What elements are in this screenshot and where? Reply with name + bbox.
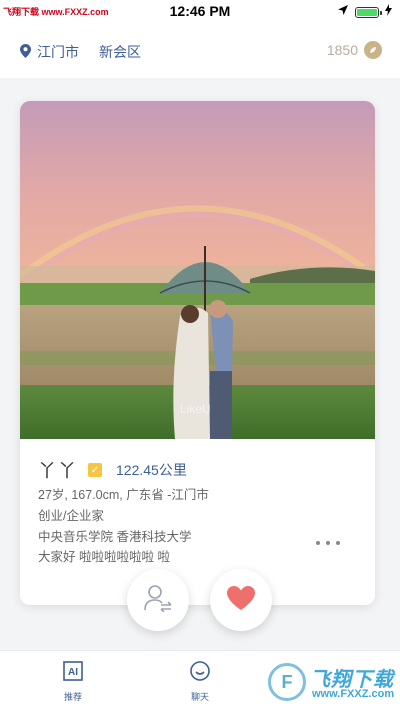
- heart-icon: [226, 585, 256, 616]
- coin-icon: [364, 41, 382, 59]
- status-icons: [337, 3, 392, 21]
- watermark-logo-icon: F: [268, 663, 306, 701]
- coin-balance[interactable]: 1850: [327, 41, 382, 59]
- like-button[interactable]: [210, 569, 272, 631]
- status-bar: 飞翔下载 www.FXXZ.com 12:46 PM: [0, 0, 400, 22]
- photo-watermark: LikeU: [180, 402, 211, 416]
- profile-card[interactable]: LikeU 丫丫 ✓ 122.45公里 27岁, 167.0cm, 广东省 -江…: [20, 101, 375, 605]
- more-options-button[interactable]: [316, 537, 340, 549]
- location-district: 新会区: [99, 44, 141, 60]
- profile-occupation: 创业/企业家: [38, 509, 104, 523]
- profile-bio: 大家好 啦啦啦啦啦啦 啦: [38, 550, 170, 564]
- coin-count: 1850: [326, 42, 358, 58]
- name-row: 丫丫 ✓ 122.45公里: [38, 457, 187, 483]
- tab-recommend[interactable]: AI 推荐: [43, 660, 103, 703]
- verified-badge-icon: ✓: [88, 463, 102, 477]
- location-pin-icon: [20, 43, 31, 61]
- header: 江门市 新会区 1850: [0, 22, 400, 78]
- tab-label: 聊天: [190, 692, 209, 702]
- profile-photo[interactable]: LikeU: [20, 101, 375, 439]
- ai-icon: AI: [62, 660, 84, 687]
- battery-icon: [355, 6, 382, 18]
- chat-icon: [189, 660, 211, 687]
- location-selector[interactable]: 江门市 新会区: [20, 42, 141, 62]
- svg-text:AI: AI: [68, 667, 78, 678]
- view-profile-button[interactable]: [127, 569, 189, 631]
- profile-distance: 122.45公里: [116, 462, 187, 478]
- profile-name: 丫丫: [38, 461, 78, 481]
- charging-icon: [385, 3, 392, 21]
- user-swap-icon: [143, 584, 173, 617]
- profile-basic-info: 27岁, 167.0cm, 广东省 -江门市: [38, 488, 209, 502]
- location-arrow-icon: [337, 3, 349, 21]
- tab-label: 推荐: [63, 692, 82, 702]
- watermark-url: www.FXXZ.com: [312, 688, 395, 700]
- location-city: 江门市: [37, 44, 79, 60]
- profile-schools: 中央音乐学院 香港科技大学: [38, 530, 192, 544]
- tab-chat[interactable]: 聊天: [170, 660, 230, 703]
